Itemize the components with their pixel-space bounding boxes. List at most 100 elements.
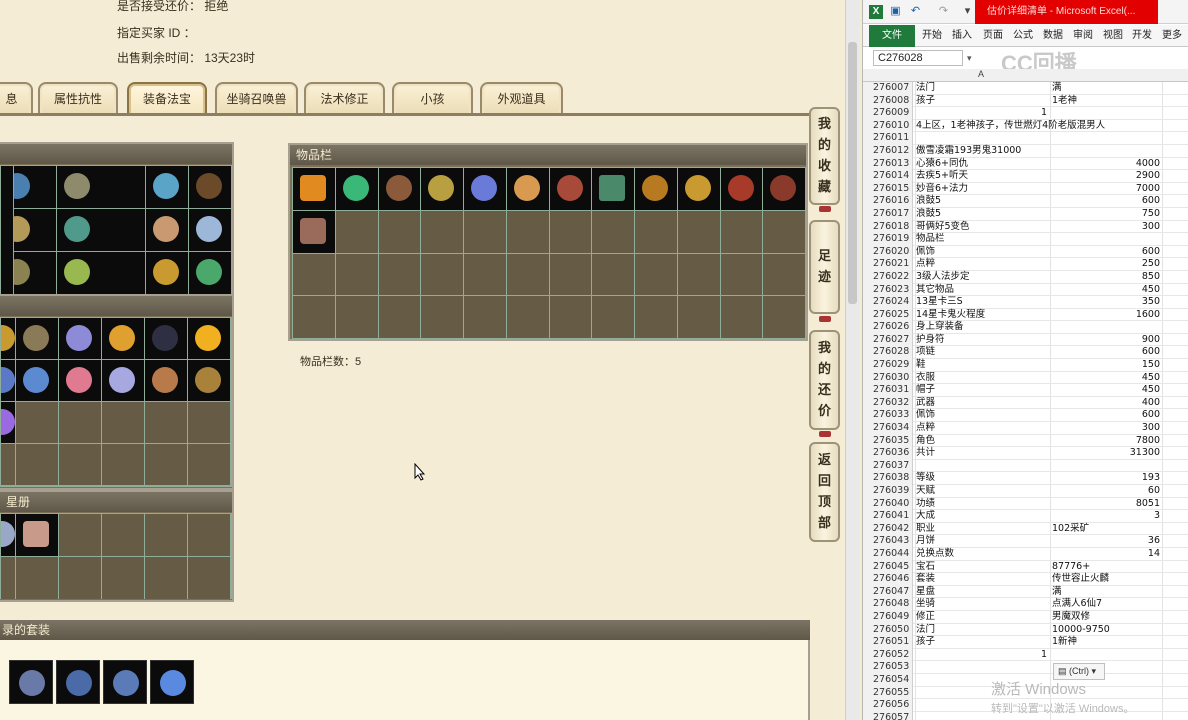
row-number[interactable]: 276023	[863, 283, 913, 297]
scrollbar-thumb[interactable]	[848, 42, 857, 304]
row-number[interactable]: 276047	[863, 585, 913, 599]
inventory-slot[interactable]	[677, 168, 720, 210]
sheet-row[interactable]: 276007 法门 满	[863, 82, 1188, 95]
gem-slot[interactable]	[145, 360, 187, 401]
row-number[interactable]: 276029	[863, 359, 913, 372]
ribbon-tab-more[interactable]: 更多	[1158, 25, 1186, 47]
cell-a[interactable]: 去疾5+听天	[916, 170, 968, 182]
sheet-row[interactable]: 276022 3级人法步定 850	[863, 270, 1188, 284]
empty-slot[interactable]	[188, 402, 230, 443]
cell-value[interactable]: 3	[1050, 510, 1160, 522]
sheet-row[interactable]: 276037	[863, 459, 1188, 473]
sheet-row[interactable]: 276038 等级 193	[863, 472, 1188, 485]
row-number[interactable]: 276053	[863, 661, 913, 674]
row-number[interactable]: 276009	[863, 107, 913, 120]
sheet-row[interactable]: 276025 14星卡鬼火程度 1600	[863, 308, 1188, 322]
cell-a[interactable]: 功绩	[916, 498, 935, 510]
row-number[interactable]: 276027	[863, 333, 913, 347]
row-number[interactable]: 276034	[863, 422, 913, 435]
sheet-row[interactable]: 276040 功绩 8051	[863, 497, 1188, 511]
sheet-row[interactable]: 276036 共计 31300	[863, 447, 1188, 460]
empty-slot[interactable]	[763, 253, 805, 296]
equip-slot[interactable]	[14, 252, 56, 294]
gem-slot[interactable]	[1, 360, 15, 401]
sheet-row[interactable]: 276051 孩子 1新神	[863, 636, 1188, 649]
equip-slot[interactable]	[146, 209, 188, 251]
equip-slot[interactable]	[57, 166, 145, 208]
cell-value[interactable]: 4000	[1050, 158, 1160, 170]
sheet-row[interactable]: 276039 天赋 60	[863, 485, 1188, 498]
cell-a[interactable]: 佩饰	[916, 246, 935, 258]
empty-slot[interactable]	[16, 557, 58, 599]
sheet-row[interactable]: 276019 物品栏	[863, 233, 1188, 246]
cell-a[interactable]: 法门	[916, 624, 935, 636]
cell-a[interactable]: 项链	[916, 346, 935, 358]
row-number[interactable]: 276021	[863, 258, 913, 271]
empty-slot[interactable]	[145, 402, 187, 443]
row-number[interactable]: 276008	[863, 94, 913, 108]
equip-slot[interactable]	[57, 252, 145, 294]
equip-slot[interactable]	[146, 166, 188, 208]
sheet-row[interactable]: 276029 鞋 150	[863, 359, 1188, 372]
empty-slot[interactable]	[720, 210, 763, 253]
row-number[interactable]: 276022	[863, 270, 913, 284]
equip-slot[interactable]	[14, 166, 56, 208]
cell-value[interactable]: 850	[1050, 271, 1160, 283]
suit-icon[interactable]	[103, 660, 147, 704]
row-number[interactable]: 276052	[863, 648, 913, 662]
empty-slot[interactable]	[635, 210, 677, 253]
ribbon-tab-insert[interactable]: 插入	[948, 25, 976, 47]
cell-a[interactable]: 浪鼓5	[916, 208, 941, 220]
cell-b[interactable]: 满	[1052, 586, 1062, 598]
back-to-top-button[interactable]: 返回顶部	[809, 442, 840, 542]
cell-value[interactable]: 7000	[1050, 183, 1160, 195]
cell-value[interactable]: 1	[937, 649, 1047, 661]
row-number[interactable]: 276057	[863, 711, 913, 720]
gem-slot[interactable]	[145, 318, 187, 359]
empty-slot[interactable]	[335, 210, 378, 253]
sheet-row[interactable]: 276027 护身符 900	[863, 333, 1188, 347]
inventory-slot[interactable]	[635, 168, 677, 210]
empty-slot[interactable]	[549, 253, 592, 296]
sheet-row[interactable]: 276011	[863, 132, 1188, 145]
empty-slot[interactable]	[592, 210, 634, 253]
gem-slot[interactable]	[102, 360, 144, 401]
equip-slot[interactable]	[57, 209, 145, 251]
sheet-row[interactable]: 276041 大成 3	[863, 510, 1188, 523]
empty-slot[interactable]	[677, 253, 720, 296]
row-number[interactable]: 276055	[863, 686, 913, 700]
empty-slot[interactable]	[378, 296, 421, 338]
cell-b[interactable]: 87776+	[1052, 561, 1090, 573]
cell-b[interactable]: 102采矿	[1052, 523, 1089, 535]
row-number[interactable]: 276024	[863, 296, 913, 309]
empty-slot[interactable]	[549, 296, 592, 338]
sheet-row[interactable]: 276048 坐骑 点满人6仙7	[863, 598, 1188, 611]
cell-a[interactable]: 哥俩好5变色	[916, 221, 970, 233]
sheet-row[interactable]: 276034 点粹 300	[863, 422, 1188, 435]
sheet-row[interactable]: 276013 心猿6+同仇 4000	[863, 157, 1188, 171]
empty-slot[interactable]	[720, 296, 763, 338]
row-number[interactable]: 276028	[863, 346, 913, 360]
row-number[interactable]: 276040	[863, 497, 913, 511]
ribbon-tab-formulas[interactable]: 公式	[1009, 25, 1037, 47]
inventory-slot[interactable]	[592, 168, 634, 210]
sheet-row[interactable]: 276042 职业 102采矿	[863, 522, 1188, 536]
empty-slot[interactable]	[16, 444, 58, 485]
name-box[interactable]: C276028	[873, 50, 963, 66]
cell-a[interactable]: 武器	[916, 397, 935, 409]
row-number[interactable]: 276054	[863, 673, 913, 687]
sheet-row[interactable]: 276050 法门 10000-9750	[863, 623, 1188, 637]
sheet-row[interactable]: 276046 套装 传世容止火麟	[863, 573, 1188, 586]
cell-value[interactable]: 31300	[1050, 447, 1160, 459]
page-scrollbar[interactable]	[845, 0, 859, 720]
empty-slot[interactable]	[549, 210, 592, 253]
tab-mounts[interactable]: 坐骑召唤兽	[215, 82, 298, 116]
sheet-row[interactable]: 276032 武器 400	[863, 396, 1188, 410]
empty-slot[interactable]	[59, 402, 101, 443]
sheet-row[interactable]: 276014 去疾5+听天 2900	[863, 170, 1188, 183]
row-number[interactable]: 276015	[863, 182, 913, 196]
row-number[interactable]: 276025	[863, 308, 913, 322]
cell-value[interactable]: 1600	[1050, 309, 1160, 321]
row-number[interactable]: 276045	[863, 560, 913, 574]
sheet-row[interactable]: 276043 月饼 36	[863, 535, 1188, 548]
